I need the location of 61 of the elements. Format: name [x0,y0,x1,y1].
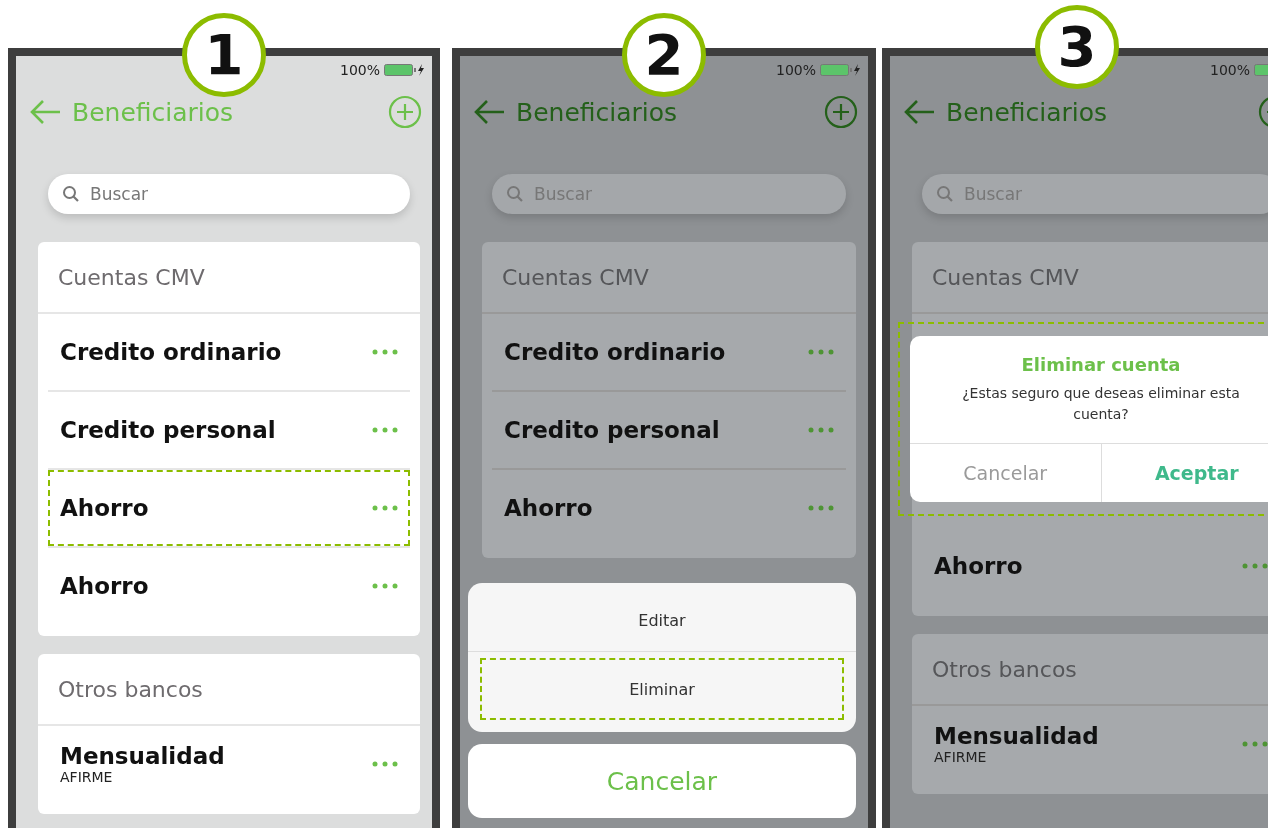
account-name: Ahorro [60,495,149,521]
account-name: Credito ordinario [504,339,726,365]
screen-title: Beneficiarios [516,97,679,127]
battery-icon [384,63,426,77]
section-title: Cuentas CMV [38,242,420,314]
step-number-badge: 2 [622,13,706,97]
account-name: Ahorro [60,573,149,599]
more-icon[interactable] [372,349,398,355]
account-row[interactable]: Mensualidad AFIRME [922,706,1268,782]
back-arrow-icon[interactable] [902,98,936,126]
section-title: Otros bancos [38,654,420,726]
battery-percentage: 100% [339,62,380,78]
account-row[interactable]: Ahorro [48,548,410,624]
more-icon[interactable] [808,505,834,511]
account-row[interactable]: Credito ordinario [492,314,846,390]
account-name: Credito ordinario [60,339,282,365]
search-icon [936,185,954,203]
sheet-option[interactable]: Eliminar [480,658,844,720]
more-icon[interactable] [372,427,398,433]
more-icon[interactable] [372,505,398,511]
bank-name: AFIRME [60,769,114,785]
more-icon[interactable] [808,349,834,355]
bank-name: AFIRME [934,749,988,765]
section-title: Cuentas CMV [482,242,856,314]
search-icon [506,185,524,203]
sheet-option[interactable]: Editar [480,589,844,651]
account-name: Ahorro [504,495,593,521]
back-arrow-icon[interactable] [472,98,506,126]
battery-icon [820,63,862,77]
more-icon[interactable] [372,583,398,589]
screen-title: Beneficiarios [946,97,1109,127]
account-name: Credito personal [60,417,276,443]
account-row[interactable]: Ahorro [922,528,1268,604]
account-row[interactable]: Credito ordinario [48,314,410,390]
account-name: Credito personal [504,417,720,443]
account-row[interactable]: Credito personal [492,392,846,468]
account-row[interactable]: Mensualidad AFIRME [48,726,410,802]
add-icon[interactable] [824,95,858,129]
account-row[interactable]: Credito personal [48,392,410,468]
screen-title: Beneficiarios [72,97,235,127]
section-title: Cuentas CMV [912,242,1268,314]
account-name: Mensualidad [934,723,1099,749]
back-arrow-icon[interactable] [28,98,62,126]
dialog-message: ¿Estas seguro que deseas eliminar esta cuenta? [961,384,1241,424]
step-number-badge: 3 [1035,5,1119,89]
step-number-badge: 1 [182,13,266,97]
account-name: Mensualidad [60,743,225,769]
search-field[interactable]: Buscar [48,174,410,214]
account-name: Ahorro [934,553,1023,579]
account-row[interactable]: Ahorro [492,470,846,546]
account-row[interactable]: Ahorro [48,470,410,546]
dialog-title: Eliminar cuenta [1020,353,1182,375]
more-icon[interactable] [372,761,398,767]
battery-percentage: 100% [1209,62,1250,78]
section-title: Otros bancos [912,634,1268,706]
battery-percentage: 100% [775,62,816,78]
add-icon[interactable] [388,95,422,129]
more-icon[interactable] [1242,563,1268,569]
more-icon[interactable] [808,427,834,433]
search-icon [62,185,80,203]
more-icon[interactable] [1242,741,1268,747]
